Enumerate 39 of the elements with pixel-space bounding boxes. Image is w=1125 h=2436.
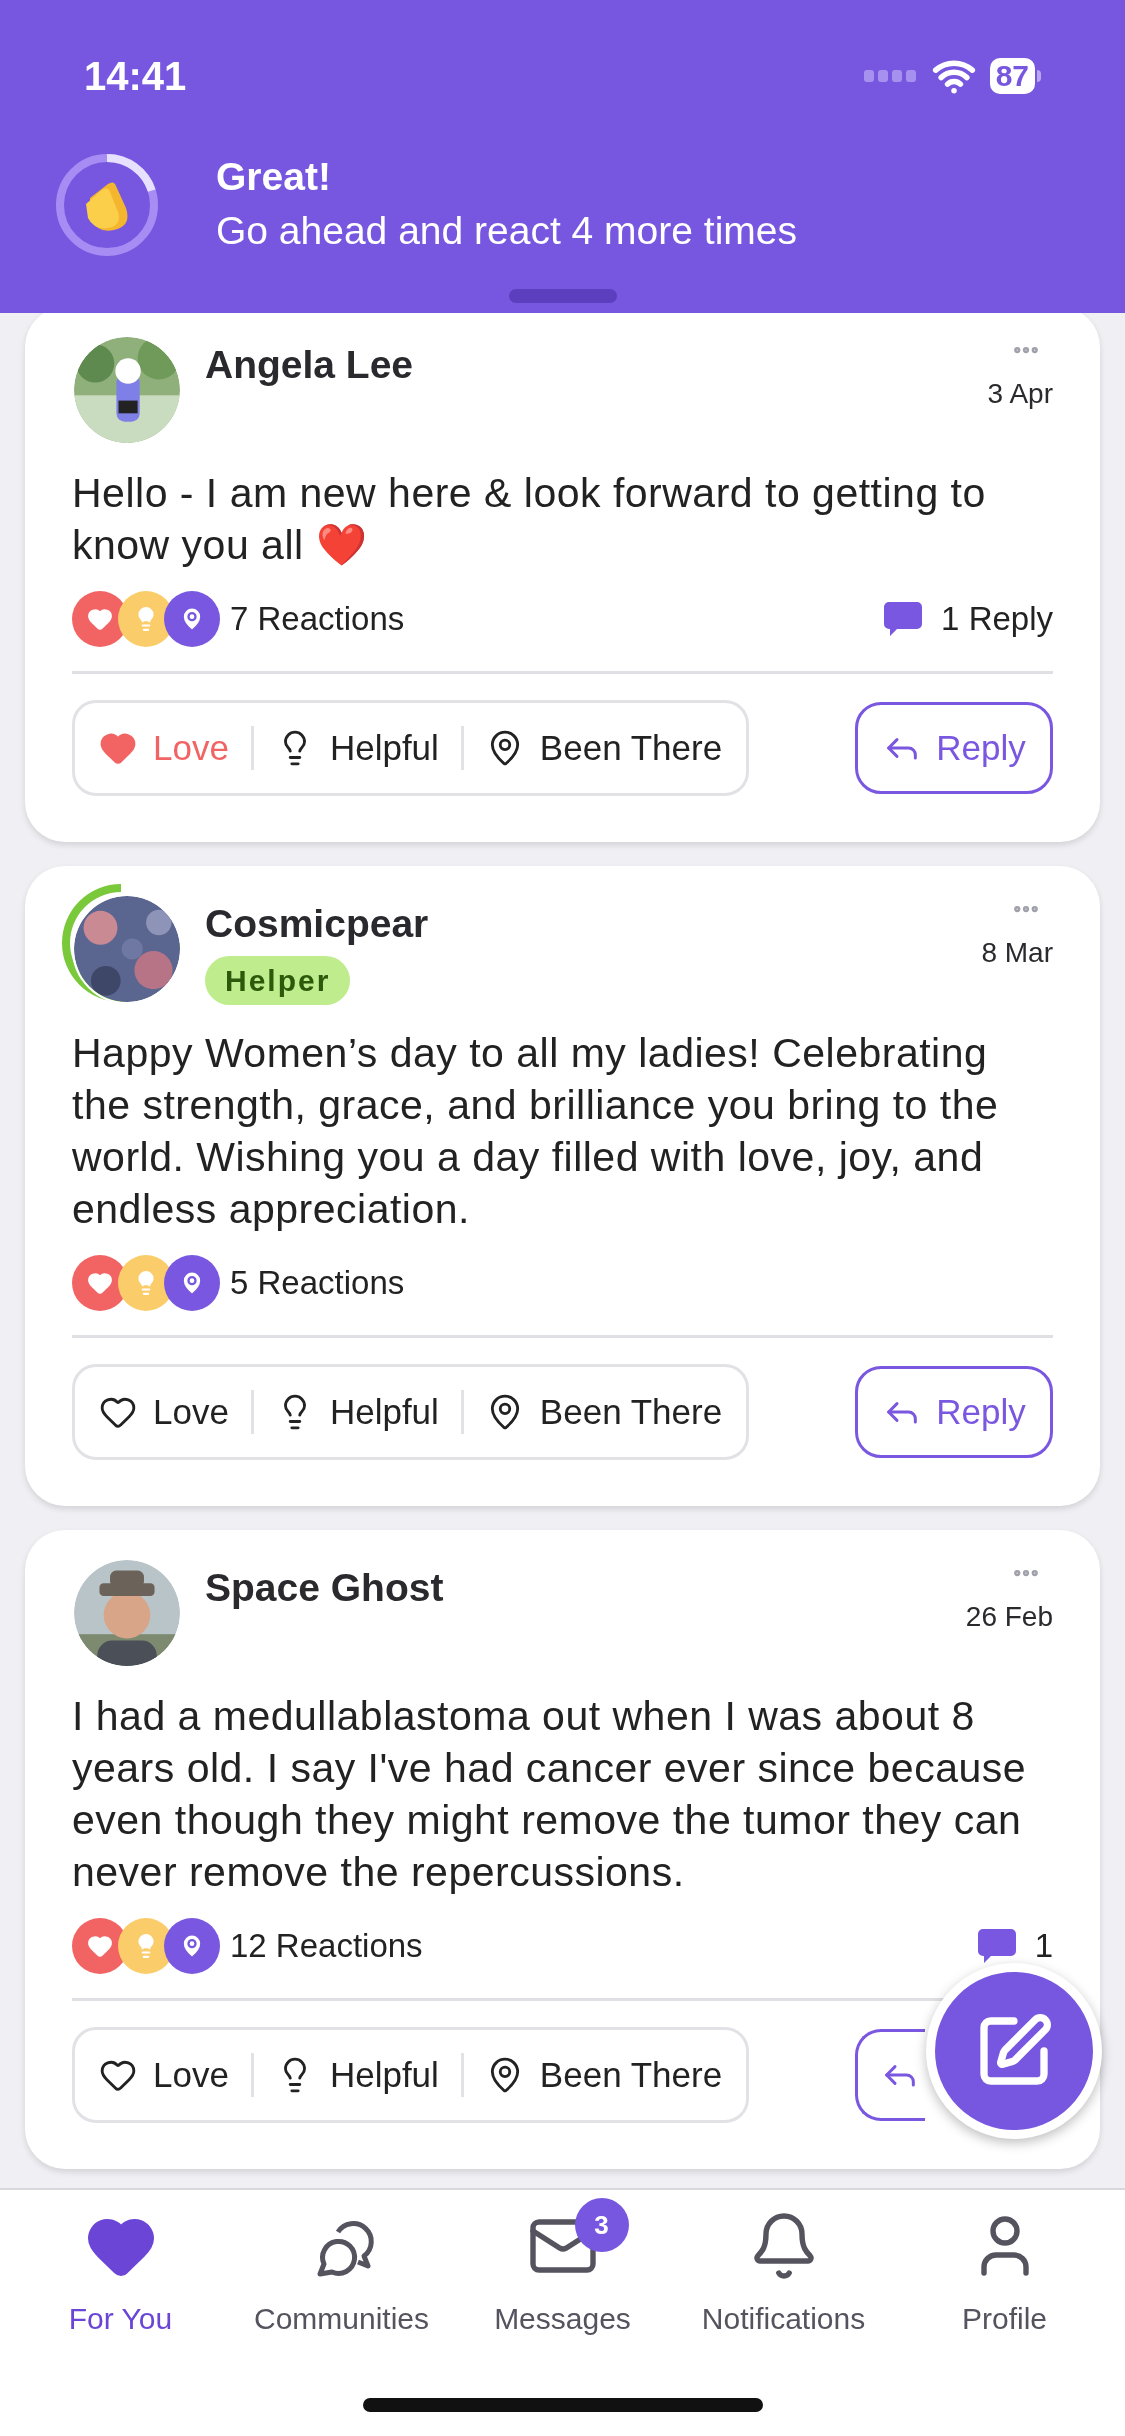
post-body: Happy Women’s day to all my ladies! Celebrating the strength, grace, and brilliance you bring to the world. Wishing you a day filled with love, joy, and endless appreciation.	[72, 1029, 1000, 1234]
author-name[interactable]: Angela Lee	[205, 339, 414, 391]
post-date: 26 Feb	[965, 1600, 1053, 1634]
post-body: I had a medullablastoma out when I was about 8 years old. I say I've had cancer ever since because even though they might remove the tumor they can never remove the repercussions.	[72, 1692, 1028, 1897]
nav-tab[interactable]: Communities	[236, 2194, 447, 2341]
reaction-button[interactable]: Been There	[485, 721, 723, 775]
unread-count: 3	[574, 2198, 629, 2252]
helper-badge: Helper	[205, 956, 351, 1005]
banner-message: Go ahead and react 4 more times	[216, 208, 797, 254]
reactions-count[interactable]: 12 Reactions	[230, 1921, 423, 1971]
reaction-button[interactable]: Been There	[485, 2048, 723, 2102]
nav-tab[interactable]: 3 Messages	[457, 2194, 668, 2341]
author-name[interactable]: Cosmicpear	[205, 898, 429, 950]
reactions-count[interactable]: 7 Reactions	[230, 594, 405, 644]
comment-icon	[883, 600, 924, 638]
reply-button[interactable]	[855, 2029, 925, 2121]
reply-count[interactable]: 1	[1034, 1921, 1053, 1971]
reactions-count[interactable]: 5 Reactions	[230, 1258, 405, 1308]
post-date: 8 Mar	[981, 936, 1053, 970]
author-name[interactable]: Space Ghost	[205, 1562, 444, 1614]
nav-tab[interactable]: Profile	[899, 2194, 1110, 2341]
reply-button[interactable]: Reply	[855, 1366, 1053, 1458]
reaction-button[interactable]: Love	[99, 2048, 229, 2102]
drag-handle[interactable]	[508, 289, 617, 303]
reaction-button[interactable]: Love	[99, 1385, 229, 1439]
reaction-button[interactable]: Been There	[485, 1385, 723, 1439]
status-time: 14:41	[84, 53, 187, 100]
signal-icon	[863, 70, 918, 82]
post-body: Hello - I am new here & look forward to getting to know you all ❤	[72, 469, 987, 570]
comment-icon	[976, 1927, 1017, 1965]
post-date: 3 Apr	[987, 377, 1053, 411]
nav-tab[interactable]: For You	[15, 2194, 226, 2341]
banner-title: Great!	[216, 154, 332, 200]
reaction-button[interactable]: Helpful	[275, 1385, 439, 1439]
reaction-button[interactable]: Helpful	[275, 2048, 439, 2102]
reply-button[interactable]: Reply	[855, 702, 1053, 794]
reaction-button[interactable]: Helpful	[275, 721, 439, 775]
nav-tab[interactable]: Notifications	[678, 2194, 889, 2341]
reply-count[interactable]: 1 Reply	[941, 594, 1053, 644]
